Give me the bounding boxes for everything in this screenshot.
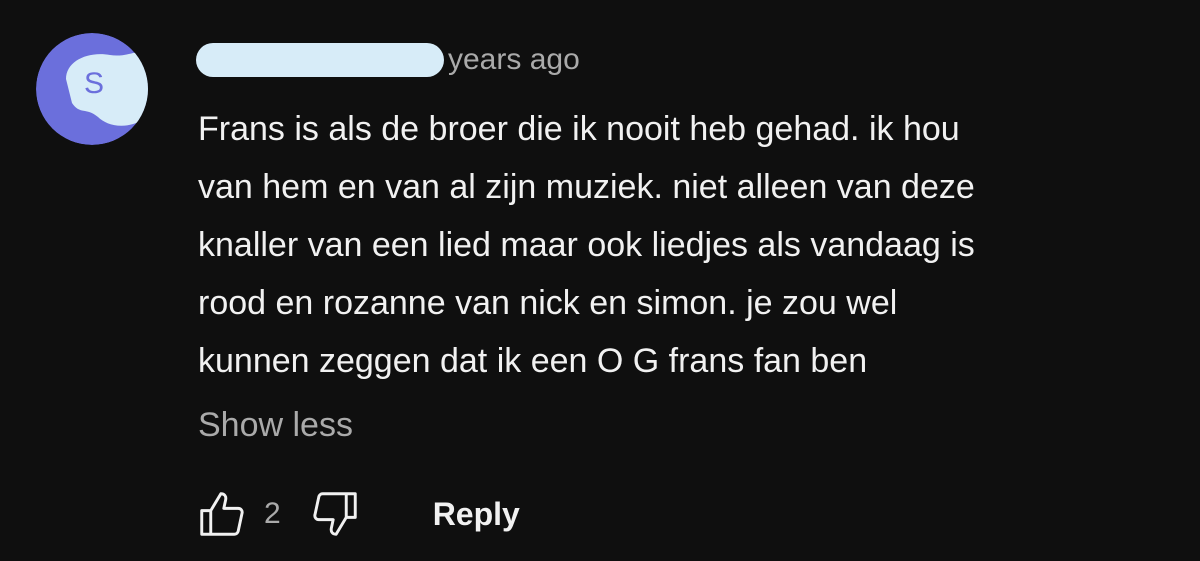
avatar-image: S (36, 33, 148, 145)
author-name-redacted[interactable] (196, 43, 444, 77)
comment-header: years ago (196, 40, 580, 80)
reply-button[interactable]: Reply (433, 496, 520, 533)
avatar-letter: S (84, 67, 104, 100)
comment-actions: 2 Reply (194, 486, 520, 542)
timestamp[interactable]: years ago (448, 40, 580, 80)
show-less-button[interactable]: Show less (198, 402, 353, 448)
avatar[interactable]: S (36, 33, 148, 145)
comment-text: Frans is als de broer die ik nooit heb g… (198, 110, 975, 380)
dislike-button[interactable] (307, 486, 363, 542)
thumbs-up-icon (200, 492, 244, 536)
like-button[interactable] (194, 486, 250, 542)
like-count: 2 (264, 497, 281, 530)
comment-thread: S years ago Frans is als de broer die ik… (0, 0, 1200, 561)
thumbs-down-icon (313, 492, 357, 536)
